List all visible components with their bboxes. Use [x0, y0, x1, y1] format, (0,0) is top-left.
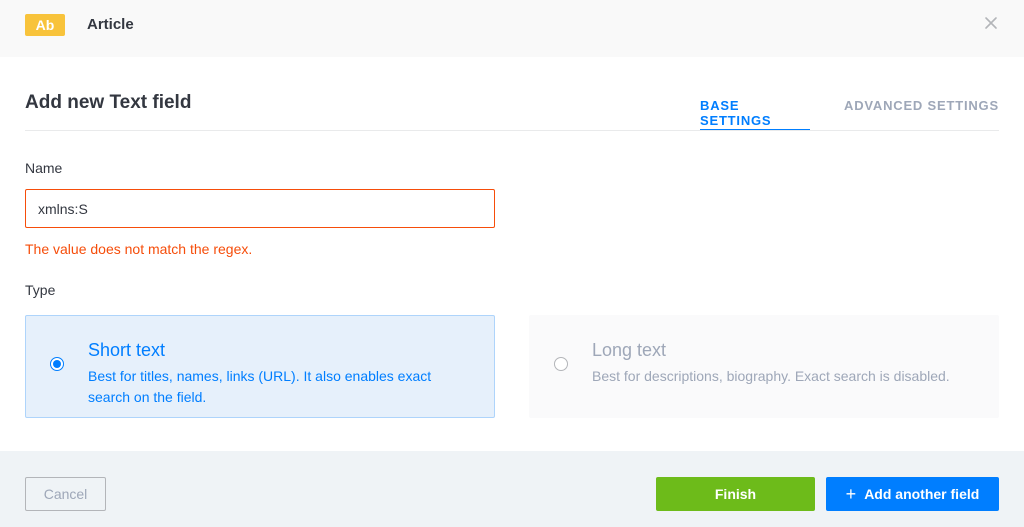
- close-icon[interactable]: [984, 16, 1000, 32]
- name-input[interactable]: [25, 189, 495, 228]
- modal-title: Add new Text field: [25, 92, 192, 113]
- tab-base-settings[interactable]: BASE SETTINGS: [700, 98, 810, 131]
- cancel-button[interactable]: Cancel: [25, 477, 106, 511]
- type-option-description: Best for descriptions, biography. Exact …: [592, 368, 950, 384]
- content-type-name: Article: [87, 16, 134, 33]
- content-type-badge: Ab: [25, 14, 65, 36]
- plus-icon: +: [845, 483, 857, 504]
- type-option-long-text[interactable]: Long text Best for descriptions, biograp…: [529, 315, 999, 418]
- name-label: Name: [25, 160, 63, 176]
- finish-button[interactable]: Finish: [656, 477, 815, 511]
- type-option-description: Best for titles, names, links (URL). It …: [88, 368, 432, 405]
- type-label: Type: [25, 282, 56, 298]
- add-another-field-label: Add another field: [864, 485, 980, 502]
- modal-header: Ab Article: [0, 0, 1024, 57]
- add-another-field-button[interactable]: + Add another field: [826, 477, 999, 511]
- type-option-title: Long text: [592, 340, 667, 360]
- type-option-title: Short text: [88, 340, 166, 360]
- type-option-short-text[interactable]: Short text Best for titles, names, links…: [25, 315, 495, 418]
- name-error-message: The value does not match the regex.: [25, 241, 253, 257]
- header-divider: [25, 130, 999, 131]
- radio-selected-icon[interactable]: [50, 357, 64, 371]
- tab-advanced-settings[interactable]: ADVANCED SETTINGS: [844, 98, 999, 131]
- radio-unselected-icon[interactable]: [554, 357, 568, 371]
